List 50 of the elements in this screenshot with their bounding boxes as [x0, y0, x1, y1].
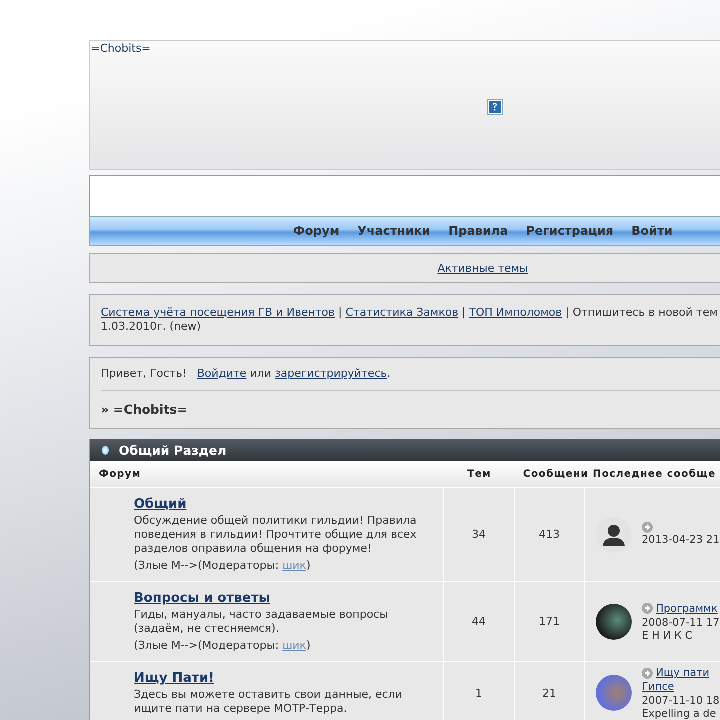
arrow-icon: [642, 668, 653, 678]
announcement-text: Система учёта посещения ГВ и Ивентов | Статистика Замков | ТОП Имполомов | Отпишитесь в новой тем 1.03.2010г. (new): [101, 306, 719, 334]
topic-count: 34: [472, 528, 486, 541]
register-link[interactable]: зарегистрируйтесь: [275, 367, 388, 380]
last-topic-link[interactable]: Гипсе: [642, 680, 674, 694]
post-count: 171: [539, 615, 560, 628]
login-link[interactable]: Войдите: [197, 367, 247, 380]
forum-description: Гиды, мануалы, часто задаваемые вопросы (задаём, не стесняемся).: [134, 608, 390, 636]
last-post-author: Е Н И К С: [642, 630, 693, 642]
forum-description: Обсуждение общей политики гильдии! Правила поведения в гильдии! Прочтите общие для всех разделов оправила общения на форуме!: [134, 514, 418, 556]
post-count: 21: [542, 686, 556, 700]
arrow-icon: [642, 603, 653, 614]
nav-link[interactable]: Форум: [293, 224, 340, 238]
topic-count: 1: [476, 686, 482, 700]
last-topic-link[interactable]: Программк: [656, 602, 718, 616]
topic-count: 44: [472, 615, 486, 628]
column-header: Последнее сообще: [592, 468, 717, 480]
active-topics-link[interactable]: Активные темы: [438, 262, 528, 274]
announcement-link[interactable]: Статистика Замков: [346, 306, 459, 319]
forum-title-link[interactable]: Общий: [134, 497, 187, 512]
column-header: Сообщени: [522, 468, 590, 480]
announcement-link[interactable]: Система учёта посещения ГВ и Ивентов: [101, 306, 336, 319]
nav-link[interactable]: Войти: [632, 224, 673, 238]
last-post-author: Expelling a de: [642, 708, 716, 720]
nav-link[interactable]: Регистрация: [526, 224, 614, 238]
last-post-date: 2013-04-23 21: [642, 533, 720, 547]
broken-image-icon: [487, 99, 503, 115]
column-header: Тем: [466, 468, 492, 480]
last-topic-link[interactable]: Ищу пати: [656, 666, 710, 680]
arrow-icon: [642, 522, 653, 533]
moderators-text: (Злые М-->(Модераторы: шик): [134, 639, 311, 653]
column-header: Форум: [98, 468, 142, 480]
moderators-text: (Злые М-->(Модераторы: шик): [134, 559, 311, 573]
forum-title-link[interactable]: Ищу Пати!: [134, 671, 214, 686]
avatar-picture: [596, 675, 632, 711]
last-post-date: 2007-11-10 18: [642, 694, 720, 708]
category-title: Общий Раздел: [119, 442, 227, 458]
announcement-link[interactable]: ТОП Имполомов: [469, 306, 562, 319]
nav-link[interactable]: Правила: [448, 224, 508, 238]
post-count: 413: [539, 528, 560, 541]
bullet-icon: [102, 446, 109, 454]
nav-link[interactable]: Участники: [358, 224, 431, 238]
greeting-text: Привет, Гость! Войдите или зарегистрируйтесь.: [101, 367, 392, 381]
forum-logo-text: =Chobits=: [90, 41, 151, 55]
forum-title-link[interactable]: Вопросы и ответы: [134, 591, 270, 606]
avatar-picture: [596, 604, 632, 640]
breadcrumb: » =Chobits=: [101, 402, 188, 417]
user-silhouette-avatar: [596, 516, 632, 552]
last-post-date: 2008-07-11 17: [642, 616, 720, 630]
forum-description: Здесь вы можете оставить свои данные, если ищите пати на сервере МОТР-Терра.: [134, 688, 404, 716]
